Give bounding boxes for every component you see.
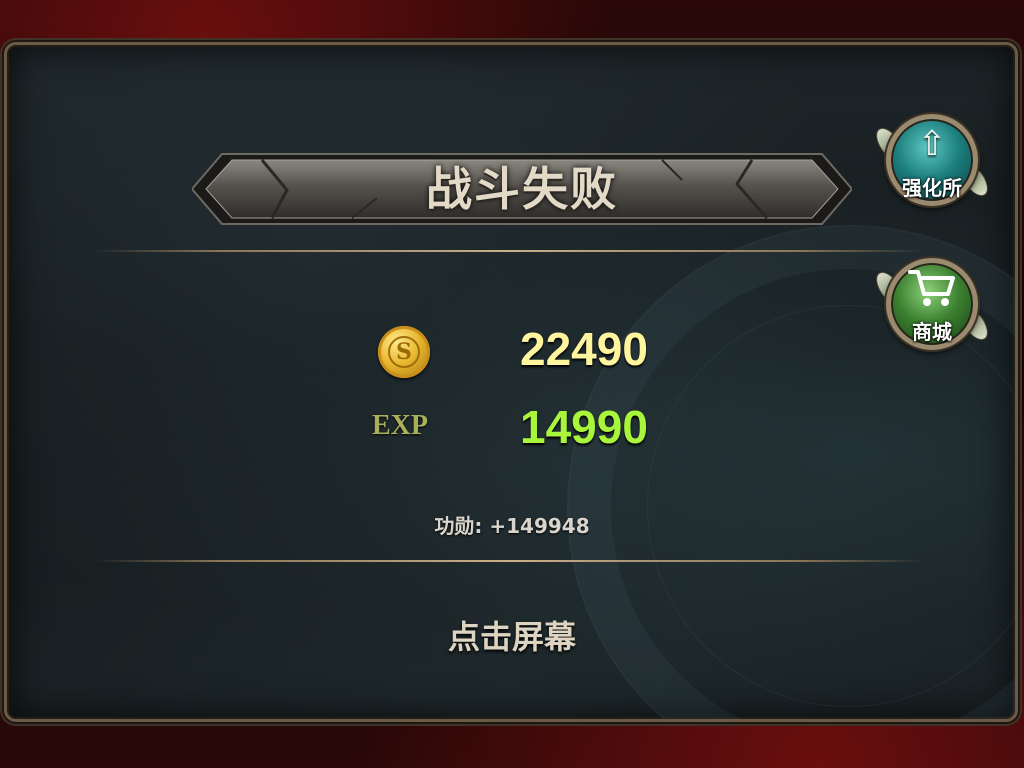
forge-button[interactable]: ⇧ 强化所 xyxy=(870,106,994,214)
exp-reward-value: 14990 xyxy=(520,401,648,453)
merit-reward-text: 功勋: +149948 xyxy=(434,514,590,538)
shopping-cart-icon-shape xyxy=(908,270,955,306)
exp-label: EXP xyxy=(372,410,428,441)
battle-result-screen[interactable]: 战斗失败 S 22490 EXP 14990 功勋: +149948 点击屏幕 … xyxy=(0,0,1024,768)
result-title: 战斗失败 xyxy=(426,162,618,216)
result-title-banner: 战斗失败 xyxy=(192,150,852,228)
coin-symbol: S xyxy=(388,336,420,368)
winged-up-arrow-icon: ⇧ xyxy=(917,124,947,164)
bottom-divider xyxy=(95,560,925,562)
shopping-cart-icon xyxy=(878,268,986,317)
tap-screen-prompt[interactable]: 点击屏幕 xyxy=(0,612,1024,658)
gold-coin-icon: S xyxy=(378,326,430,378)
gold-reward-value: 22490 xyxy=(520,323,648,375)
shop-button[interactable]: 商城 xyxy=(870,250,994,358)
top-divider xyxy=(95,250,925,252)
shop-button-label: 商城 xyxy=(912,320,952,344)
forge-button-label: 强化所 xyxy=(902,176,962,200)
